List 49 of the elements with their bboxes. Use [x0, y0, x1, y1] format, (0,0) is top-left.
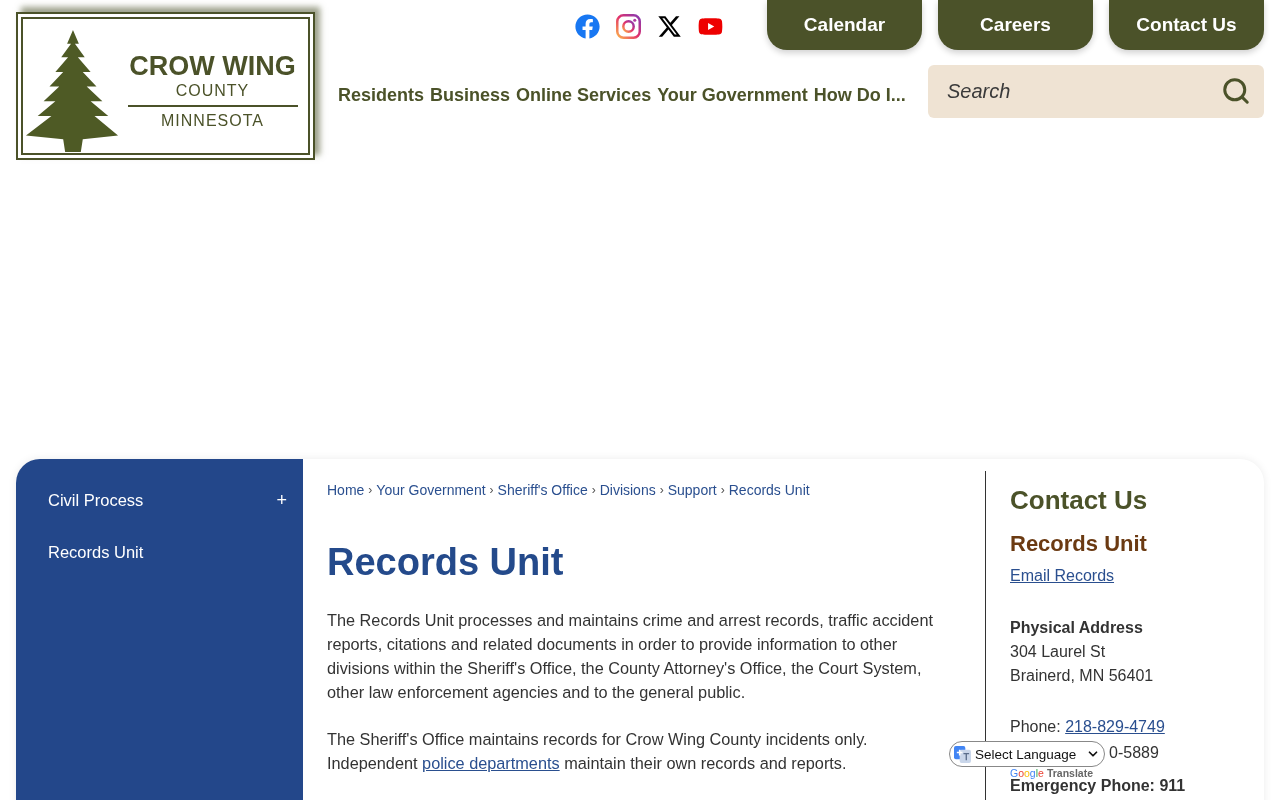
breadcrumb-link[interactable]: Sheriff's Office	[497, 481, 588, 499]
breadcrumb-link[interactable]: Records Unit	[728, 481, 810, 499]
phone-line: Phone: 218-829-4749	[1010, 717, 1166, 737]
x-icon[interactable]	[657, 14, 682, 39]
logo-title: CROW WING	[129, 51, 296, 81]
nav-item[interactable]: How Do I...	[813, 83, 906, 108]
body-paragraph: The Records Unit processes and maintains crime and arrest records, traffic accident reports, citations and related documents in order to provide information to other divisions within the Sheriff's Office, the County Attorney's Office, the Court System, other law enforcement agencies and to the general public.	[327, 610, 934, 703]
translate-icon	[954, 745, 971, 763]
quick-link-button[interactable]: Calendar	[767, 0, 922, 50]
nav-item[interactable]: Business	[430, 83, 511, 108]
phone-link[interactable]: 218-829-4749	[1065, 718, 1165, 735]
nav-item[interactable]: Your Government	[657, 83, 808, 108]
quick-link-button[interactable]: Contact Us	[1109, 0, 1264, 50]
breadcrumb-link[interactable]: Home	[327, 481, 365, 499]
translate-label: Translate	[1046, 768, 1093, 779]
sidebar-item[interactable]: Civil Process	[48, 490, 144, 510]
instagram-icon[interactable]	[616, 14, 641, 39]
facebook-icon[interactable]	[575, 14, 600, 39]
address-label: Physical Address	[1010, 618, 1144, 638]
quick-link-button[interactable]: Careers	[938, 0, 1093, 50]
contact-heading: Contact Us	[1010, 484, 1149, 516]
breadcrumb-separator: ›	[659, 482, 664, 499]
page-title: Records Unit	[327, 540, 565, 584]
nav-item[interactable]: Residents	[338, 83, 425, 108]
address-line: 304 Laurel St	[1010, 642, 1107, 662]
emergency-phone: Emergency Phone: 911	[1010, 777, 1187, 796]
language-select[interactable]: Select Language	[949, 741, 1105, 767]
breadcrumb-separator: ›	[368, 482, 373, 499]
google-logo: Google	[1010, 768, 1044, 779]
breadcrumb-link[interactable]: Support	[667, 481, 717, 499]
breadcrumb-separator: ›	[489, 482, 494, 499]
logo-state: MINNESOTA	[161, 111, 264, 131]
inline-link[interactable]: police departments	[422, 754, 560, 772]
expand-toggle[interactable]: +	[274, 489, 289, 511]
breadcrumb-separator: ›	[720, 482, 725, 499]
breadcrumb-separator: ›	[591, 482, 596, 499]
breadcrumb-link[interactable]: Divisions	[599, 481, 656, 499]
nav-item[interactable]: Online Services	[516, 83, 652, 108]
fax-number: 0-5889	[1109, 743, 1159, 763]
county-logo[interactable]: CROW WING COUNTY MINNESOTA	[16, 12, 315, 160]
pine-tree-icon	[24, 30, 120, 152]
search-icon[interactable]	[1221, 76, 1251, 106]
breadcrumb-link[interactable]: Your Government	[376, 481, 486, 499]
search-field[interactable]: Search	[928, 65, 1264, 118]
address-line: Brainerd, MN 56401	[1010, 666, 1155, 686]
sidebar-item[interactable]: Records Unit	[48, 542, 144, 562]
email-link[interactable]: Email Records	[1010, 564, 1115, 588]
department-heading: Records Unit	[1010, 530, 1148, 558]
logo-subtitle: COUNTY	[175, 81, 250, 101]
